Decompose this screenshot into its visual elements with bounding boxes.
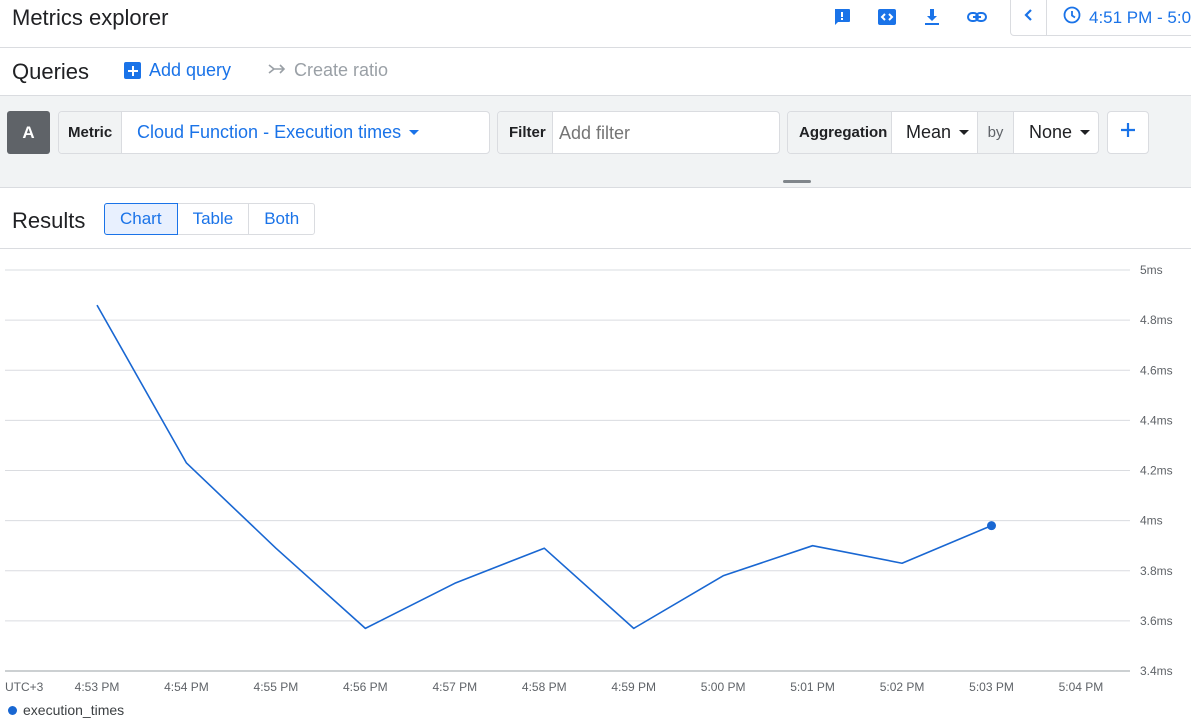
aggregation-field: Aggregation Mean by None: [787, 111, 1099, 154]
y-tick-label: 3.8ms: [1140, 564, 1173, 578]
data-point: [95, 303, 99, 307]
legend-label: execution_times: [23, 702, 125, 718]
last-data-point: [987, 521, 996, 531]
x-tick-label: 4:58 PM: [522, 680, 567, 694]
x-tick-label: 4:54 PM: [164, 680, 209, 694]
code-icon[interactable]: [876, 6, 898, 28]
x-tick-label: 4:53 PM: [75, 680, 120, 694]
tab-both[interactable]: Both: [248, 203, 316, 235]
x-tick-label: 5:02 PM: [880, 680, 925, 694]
page-title: Metrics explorer: [12, 5, 169, 30]
add-query-element-button[interactable]: [1107, 111, 1149, 154]
group-by-value: None: [1029, 122, 1073, 142]
series-line: [96, 304, 992, 630]
top-bar: Metrics explorer 4:51 PM - 5:0: [0, 0, 1191, 48]
dropdown-caret-icon: [409, 130, 420, 135]
add-query-button[interactable]: Add query: [124, 60, 231, 81]
feedback-icon[interactable]: [831, 6, 853, 28]
aggregation-select[interactable]: Mean: [906, 112, 970, 153]
y-tick-label: 4ms: [1140, 514, 1163, 528]
resize-handle[interactable]: [783, 180, 811, 183]
by-label: by: [977, 112, 1014, 153]
filter-field: Filter: [497, 111, 780, 154]
data-point: [363, 626, 367, 630]
data-point: [542, 546, 546, 550]
group-by-select[interactable]: None: [1029, 112, 1091, 153]
clock-icon: [1063, 6, 1081, 29]
query-row: A Metric Cloud Function - Execution time…: [0, 96, 1191, 188]
time-range-selector: 4:51 PM - 5:0: [1010, 0, 1191, 36]
dropdown-caret-icon: [1080, 130, 1091, 135]
dropdown-caret-icon: [959, 130, 970, 135]
x-tick-label: 5:03 PM: [969, 680, 1014, 694]
timezone-label: UTC+3: [5, 680, 44, 694]
results-header: Results Chart Table Both: [0, 189, 1191, 249]
metric-value: Cloud Function - Execution times: [137, 122, 402, 142]
chart-area: 5ms 4.8ms 4.6ms 4.4ms 4.2ms 4ms 3.8ms 3.6ms 3.4m…: [0, 250, 1191, 725]
x-tick-label: 4:57 PM: [432, 680, 477, 694]
x-tick-label: 5:00 PM: [701, 680, 746, 694]
y-tick-label: 5ms: [1140, 263, 1163, 277]
query-letter-badge[interactable]: A: [7, 111, 50, 154]
create-ratio-label: Create ratio: [294, 60, 389, 80]
metric-label: Metric: [59, 112, 122, 153]
y-tick-label: 4.8ms: [1140, 313, 1173, 327]
tab-table[interactable]: Table: [176, 203, 250, 235]
metric-field: Metric Cloud Function - Execution times …: [58, 111, 490, 154]
chart-legend: execution_times: [8, 702, 124, 718]
filter-input[interactable]: [559, 121, 769, 145]
tab-chart[interactable]: Chart: [104, 203, 178, 235]
x-tick-label: 4:55 PM: [254, 680, 299, 694]
data-point: [811, 544, 815, 548]
y-tick-label: 4.2ms: [1140, 464, 1173, 478]
data-point: [900, 561, 904, 565]
add-query-label: Add query: [149, 60, 232, 80]
y-tick-label: 4.4ms: [1140, 413, 1173, 427]
results-title: Results: [12, 208, 86, 233]
y-tick-label: 3.4ms: [1140, 664, 1173, 678]
aggregation-label: Aggregation: [788, 112, 892, 153]
chevron-left-icon: [1023, 8, 1035, 27]
filter-label: Filter: [498, 112, 553, 153]
create-ratio-button[interactable]: Create ratio: [268, 60, 388, 81]
link-icon[interactable]: [966, 6, 988, 28]
y-tick-label: 3.6ms: [1140, 614, 1173, 628]
time-range-button[interactable]: 4:51 PM - 5:0: [1063, 6, 1191, 29]
data-point: [721, 574, 725, 578]
add-box-icon: [124, 62, 141, 79]
download-icon[interactable]: [921, 6, 943, 28]
x-tick-label: 4:59 PM: [611, 680, 656, 694]
metric-select[interactable]: Cloud Function - Execution times: [137, 112, 420, 153]
queries-header: Queries Add query Create ratio: [0, 48, 1191, 96]
x-tick-label: 5:04 PM: [1059, 680, 1104, 694]
data-point: [274, 546, 278, 550]
x-tick-label: 4:56 PM: [343, 680, 388, 694]
merge-arrow-icon: [268, 60, 286, 81]
aggregation-value: Mean: [906, 122, 952, 142]
line-chart[interactable]: 5ms 4.8ms 4.6ms 4.4ms 4.2ms 4ms 3.8ms 3.6ms 3.4m…: [0, 250, 1191, 725]
plus-icon: [1119, 121, 1137, 144]
data-point: [453, 581, 457, 585]
queries-title: Queries: [12, 59, 90, 84]
x-tick-label: 5:01 PM: [790, 680, 835, 694]
view-toggle: Chart Table Both: [104, 203, 316, 235]
data-point: [184, 461, 188, 465]
time-range-label: 4:51 PM - 5:0: [1089, 7, 1191, 27]
data-point: [632, 626, 636, 630]
time-previous-button[interactable]: [1011, 0, 1047, 35]
y-tick-label: 4.6ms: [1140, 363, 1173, 377]
legend-swatch: [8, 705, 17, 715]
